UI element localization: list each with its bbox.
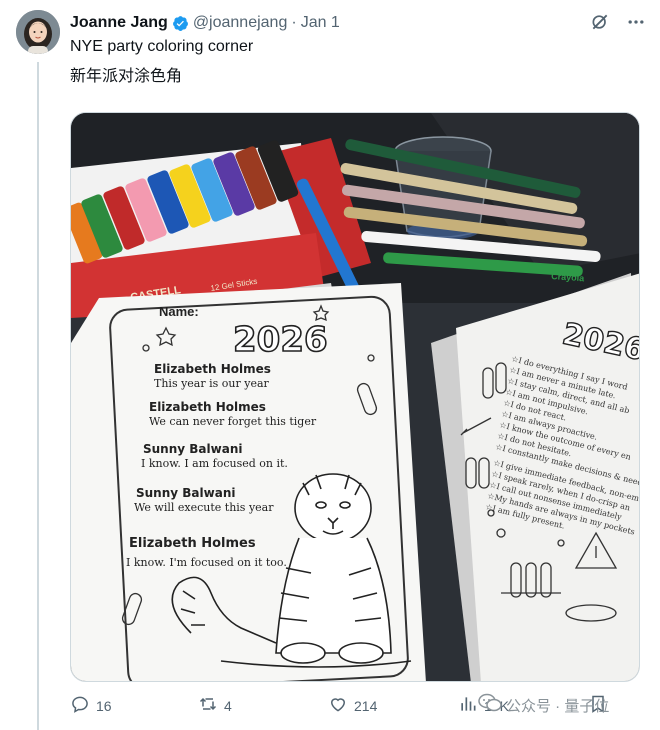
grok-icon[interactable] xyxy=(590,12,610,37)
wechat-icon xyxy=(478,693,502,717)
reply-button[interactable]: 16 xyxy=(70,694,112,717)
tweet-text-en: NYE party coloring corner xyxy=(70,38,254,55)
more-icon[interactable] xyxy=(626,12,646,37)
quote-speaker: Sunny Balwani xyxy=(136,486,235,500)
separator: · xyxy=(291,14,297,31)
repost-button[interactable]: 4 xyxy=(198,694,232,717)
year-left: 2026 xyxy=(233,320,328,360)
reply-icon xyxy=(70,694,90,717)
tweet-date[interactable]: Jan 1 xyxy=(301,14,340,32)
quote-line: I know. I'm focused on it too. xyxy=(126,556,287,569)
tweet-text-zh: 新年派对涂色角 xyxy=(70,68,183,85)
thread-line xyxy=(37,62,39,730)
author-name[interactable]: Joanne Jang xyxy=(70,14,168,32)
quote-speaker: Elizabeth Holmes xyxy=(154,362,271,376)
verified-badge-icon xyxy=(172,15,189,32)
coloring-sheet-right: 2026 ☆I do everything I say I word ☆I am… xyxy=(456,273,639,681)
header-actions xyxy=(590,12,646,37)
tweet-header: Joanne Jang @joannejang · Jan 1 xyxy=(70,12,648,34)
quote-line: This year is our year xyxy=(154,377,270,390)
quote-line: We can never forget this tiger xyxy=(149,415,317,428)
quote-line: I know. I am focused on it. xyxy=(141,457,288,470)
repost-icon xyxy=(198,694,218,717)
quote-line: We will execute this year xyxy=(134,501,274,514)
like-button[interactable]: 214 xyxy=(328,694,377,717)
quote-speaker: Elizabeth Holmes xyxy=(129,536,256,551)
views-icon xyxy=(458,694,478,717)
quote-speaker: Sunny Balwani xyxy=(143,442,242,456)
avatar-illustration xyxy=(16,10,60,54)
watermark-text: 公众号 · 量子位 xyxy=(506,697,610,715)
reply-count: 16 xyxy=(96,697,112,714)
avatar[interactable] xyxy=(16,10,60,54)
like-count: 214 xyxy=(354,697,378,714)
like-icon xyxy=(328,694,348,717)
quote-speaker: Elizabeth Holmes xyxy=(149,400,266,414)
coloring-sheet-left: Name: 2026 Elizabeth Holmes This year is… xyxy=(71,283,426,681)
watermark: 公众号 · 量子位 xyxy=(478,693,610,717)
repost-count: 4 xyxy=(224,697,232,714)
tweet-photo[interactable]: CASTELL 12 Gel Sticks Crayola Name: 2026… xyxy=(70,112,640,682)
author-handle[interactable]: @joannejang xyxy=(193,14,288,32)
name-label: Name: xyxy=(159,304,199,319)
photo-canvas: CASTELL 12 Gel Sticks Crayola Name: 2026… xyxy=(71,113,639,681)
